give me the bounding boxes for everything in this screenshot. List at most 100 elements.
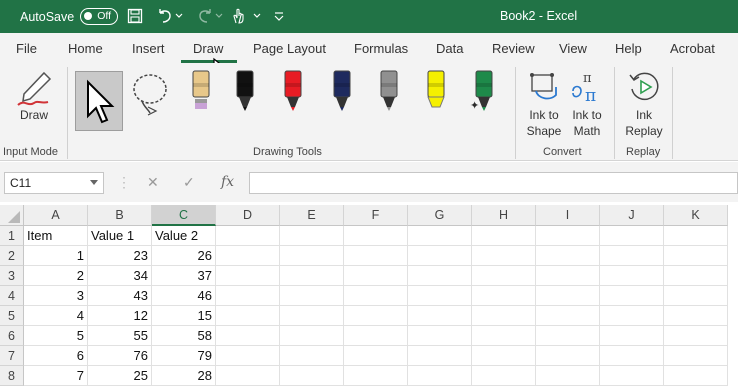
row-header[interactable]: 8	[0, 366, 24, 386]
customize-qat-icon[interactable]	[272, 6, 286, 26]
cell-f1[interactable]	[344, 226, 408, 246]
cell-h8[interactable]	[472, 366, 536, 386]
cell-i4[interactable]	[536, 286, 600, 306]
tab-insert[interactable]: Insert	[132, 41, 165, 56]
column-header-c[interactable]: C	[152, 205, 216, 226]
cell-c1[interactable]: Value 2	[152, 226, 216, 246]
cell-h1[interactable]	[472, 226, 536, 246]
cell-j6[interactable]	[600, 326, 664, 346]
pen-green-sparkle-button[interactable]: ✦	[470, 69, 498, 118]
pen-red-button[interactable]	[279, 69, 307, 118]
cell-f4[interactable]	[344, 286, 408, 306]
ink-to-shape-button[interactable]: Ink to Shape	[522, 67, 566, 141]
cell-k1[interactable]	[664, 226, 728, 246]
row-header[interactable]: 7	[0, 346, 24, 366]
column-header-j[interactable]: J	[600, 205, 664, 226]
formula-input[interactable]	[249, 172, 738, 194]
column-header-i[interactable]: I	[536, 205, 600, 226]
cell-f2[interactable]	[344, 246, 408, 266]
ink-to-math-button[interactable]: π π Ink to Math	[565, 67, 609, 141]
pen-galaxy-button[interactable]	[328, 69, 356, 118]
pencil-beige-button[interactable]	[187, 69, 215, 118]
row-header[interactable]: 2	[0, 246, 24, 266]
cell-k6[interactable]	[664, 326, 728, 346]
cell-j5[interactable]	[600, 306, 664, 326]
column-header-h[interactable]: H	[472, 205, 536, 226]
cell-b2[interactable]: 23	[88, 246, 152, 266]
cell-k4[interactable]	[664, 286, 728, 306]
cell-g8[interactable]	[408, 366, 472, 386]
cell-e3[interactable]	[280, 266, 344, 286]
cell-b1[interactable]: Value 1	[88, 226, 152, 246]
cell-i8[interactable]	[536, 366, 600, 386]
cell-h6[interactable]	[472, 326, 536, 346]
row-header[interactable]: 6	[0, 326, 24, 346]
tab-acrobat[interactable]: Acrobat	[670, 41, 715, 56]
cell-e2[interactable]	[280, 246, 344, 266]
cell-e5[interactable]	[280, 306, 344, 326]
cell-j4[interactable]	[600, 286, 664, 306]
cell-b6[interactable]: 55	[88, 326, 152, 346]
cell-j3[interactable]	[600, 266, 664, 286]
touch-mode-icon[interactable]	[230, 6, 264, 26]
cell-k8[interactable]	[664, 366, 728, 386]
cell-g3[interactable]	[408, 266, 472, 286]
cell-e4[interactable]	[280, 286, 344, 306]
cell-j7[interactable]	[600, 346, 664, 366]
cell-i7[interactable]	[536, 346, 600, 366]
column-header-g[interactable]: G	[408, 205, 472, 226]
column-header-e[interactable]: E	[280, 205, 344, 226]
cell-c7[interactable]: 79	[152, 346, 216, 366]
name-box[interactable]: C11	[4, 172, 104, 194]
cell-c6[interactable]: 58	[152, 326, 216, 346]
tab-help[interactable]: Help	[615, 41, 642, 56]
cell-k2[interactable]	[664, 246, 728, 266]
column-header-d[interactable]: D	[216, 205, 280, 226]
draw-button[interactable]: Draw	[12, 67, 56, 127]
cell-d1[interactable]	[216, 226, 280, 246]
cell-g5[interactable]	[408, 306, 472, 326]
cell-a5[interactable]: 4	[24, 306, 88, 326]
column-header-a[interactable]: A	[24, 205, 88, 226]
cell-k7[interactable]	[664, 346, 728, 366]
ink-replay-button[interactable]: Ink Replay	[621, 67, 667, 141]
column-header-k[interactable]: K	[664, 205, 728, 226]
insert-function-icon[interactable]: fx	[221, 174, 234, 190]
cell-k3[interactable]	[664, 266, 728, 286]
cell-e6[interactable]	[280, 326, 344, 346]
cell-a1[interactable]: Item	[24, 226, 88, 246]
enter-icon[interactable]: ✓	[183, 174, 195, 191]
cell-c2[interactable]: 26	[152, 246, 216, 266]
cell-d6[interactable]	[216, 326, 280, 346]
cell-d2[interactable]	[216, 246, 280, 266]
cell-i6[interactable]	[536, 326, 600, 346]
column-header-b[interactable]: B	[88, 205, 152, 226]
cell-a8[interactable]: 7	[24, 366, 88, 386]
row-header[interactable]: 4	[0, 286, 24, 306]
cell-g7[interactable]	[408, 346, 472, 366]
pen-black-button[interactable]	[231, 69, 259, 118]
cell-i1[interactable]	[536, 226, 600, 246]
row-header[interactable]: 1	[0, 226, 24, 246]
autosave-control[interactable]: AutoSave Off	[20, 8, 119, 25]
cell-d8[interactable]	[216, 366, 280, 386]
cell-h7[interactable]	[472, 346, 536, 366]
tab-view[interactable]: View	[559, 41, 587, 56]
cell-e7[interactable]	[280, 346, 344, 366]
cell-g6[interactable]	[408, 326, 472, 346]
cell-e1[interactable]	[280, 226, 344, 246]
cell-b4[interactable]: 43	[88, 286, 152, 306]
cell-j8[interactable]	[600, 366, 664, 386]
tab-data[interactable]: Data	[436, 41, 463, 56]
cell-j1[interactable]	[600, 226, 664, 246]
cell-f6[interactable]	[344, 326, 408, 346]
cell-f7[interactable]	[344, 346, 408, 366]
autosave-toggle[interactable]: Off	[80, 8, 119, 25]
tab-file[interactable]: File	[16, 41, 37, 56]
chevron-down-icon[interactable]	[90, 180, 98, 185]
cell-h5[interactable]	[472, 306, 536, 326]
tab-home[interactable]: Home	[68, 41, 103, 56]
tab-formulas[interactable]: Formulas	[354, 41, 408, 56]
save-icon[interactable]	[126, 6, 144, 26]
cell-a7[interactable]: 6	[24, 346, 88, 366]
